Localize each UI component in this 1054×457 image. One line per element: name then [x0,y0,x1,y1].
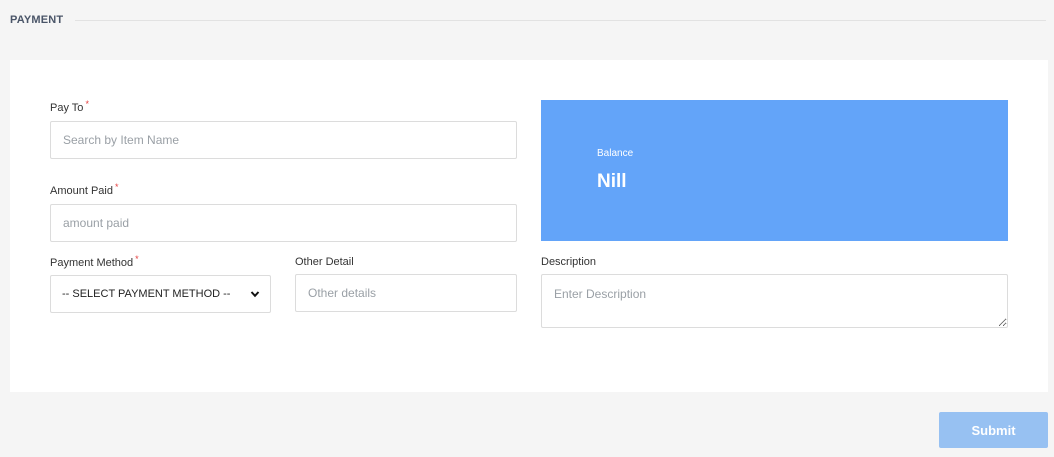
balance-label: Balance [597,148,634,159]
required-mark: * [85,99,89,109]
payment-method-label: Payment Method * [50,254,139,269]
description-label: Description [541,256,597,268]
payment-form-card: Pay To* Amount Paid* Payment Method* -- … [10,60,1048,392]
section-title: PAYMENT [10,14,64,26]
balance-panel: Balance Nill [541,100,1008,241]
balance-value: Nill [597,171,627,192]
payment-method-selected: -- SELECT PAYMENT METHOD -- [62,288,231,300]
payment-method-select[interactable]: -- SELECT PAYMENT METHOD -- [50,275,271,313]
required-mark: * [114,182,119,192]
amount-paid-label-text: Amount Paid [50,185,113,197]
pay-to-label-text: Pay To [50,102,84,114]
chevron-down-icon [250,291,260,298]
section-header: PAYMENT [10,13,1046,27]
description-textarea[interactable] [541,274,1008,328]
required-mark: * [135,254,139,264]
amount-paid-label: Amount Paid * [50,182,119,197]
amount-paid-input[interactable] [50,204,517,242]
pay-to-label: Pay To * [50,99,89,114]
other-detail-input[interactable] [295,274,517,312]
section-divider [75,19,1046,21]
other-detail-label: Other Detail [295,256,354,268]
pay-to-input[interactable] [50,121,517,159]
payment-method-label-text: Payment Method [50,257,134,269]
submit-button[interactable]: Submit [939,412,1048,448]
